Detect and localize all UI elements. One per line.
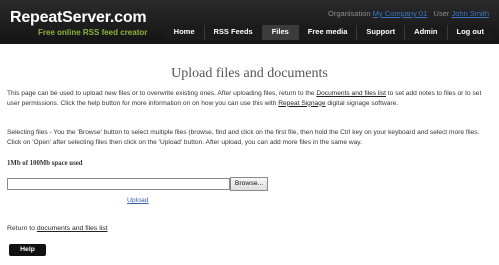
nav-home[interactable]: Home (164, 25, 204, 40)
header-bar: RepeatServer.com Free online RSS feed cr… (0, 0, 499, 44)
user-label: User (433, 9, 450, 18)
return-documents-link[interactable]: documents and files list (37, 225, 108, 232)
repeat-signage-link[interactable]: Repeat Signage (278, 100, 325, 107)
nav-admin[interactable]: Admin (404, 25, 447, 40)
nav-rss-feeds[interactable]: RSS Feeds (203, 25, 262, 40)
help-button[interactable]: Help (9, 244, 46, 256)
nav-support[interactable]: Support (356, 25, 405, 40)
file-path-input[interactable] (7, 178, 230, 190)
intro-text-3: digital signage software. (325, 99, 399, 107)
site-tagline: Free online RSS feed creator (38, 28, 148, 37)
return-prefix: Return to (7, 225, 37, 232)
site-logo[interactable]: RepeatServer.com (10, 9, 147, 27)
page-title: Upload files and documents (171, 66, 328, 81)
return-line: Return to documents and files list (7, 225, 108, 232)
org-link[interactable]: My Company 01 (373, 9, 428, 18)
space-used-label: 1Mb of 100Mb space used (7, 160, 83, 167)
nav-files[interactable]: Files (261, 25, 298, 40)
org-user-info: Organisation My Company 01 User John Smi… (328, 9, 489, 18)
documents-files-list-link[interactable]: Documents and files list (316, 90, 386, 97)
user-link[interactable]: John Smith (451, 9, 489, 18)
browse-button[interactable]: Browse... (230, 177, 268, 191)
intro-paragraph: This page can be used to upload new file… (7, 89, 495, 108)
org-label: Organisation (328, 9, 371, 18)
nav-log-out[interactable]: Log out (446, 25, 493, 40)
instructions-paragraph: Selecting files - You the 'Browse' butto… (7, 129, 480, 146)
main-nav: Home RSS Feeds Files Free media Support … (164, 25, 493, 40)
nav-free-media[interactable]: Free media (297, 25, 357, 40)
upload-link[interactable]: Upload (127, 197, 149, 204)
intro-text-1: This page can be used to upload new file… (7, 90, 317, 97)
